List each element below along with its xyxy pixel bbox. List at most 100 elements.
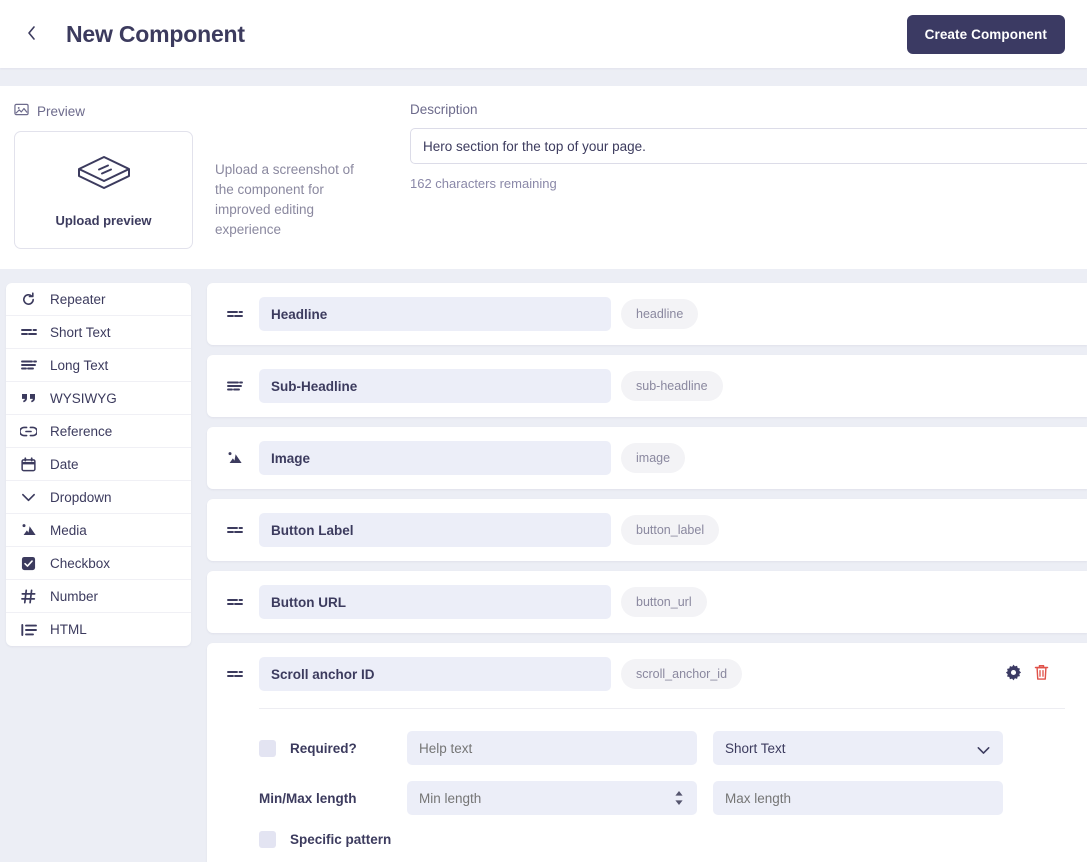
field-name-input[interactable] <box>259 297 611 331</box>
chevron-down-icon <box>20 489 37 506</box>
create-component-button[interactable]: Create Component <box>906 14 1065 54</box>
max-length-input[interactable] <box>713 781 1003 815</box>
body-wrapper: Repeater Short Text Long Text WYSIWYG Re… <box>0 269 1087 862</box>
sidebar-item-number[interactable]: Number <box>6 580 191 613</box>
gear-icon <box>1005 664 1022 684</box>
sidebar-item-label: HTML <box>50 622 87 637</box>
upload-preview-label: Upload preview <box>55 213 152 228</box>
layers-stack-icon <box>75 152 133 201</box>
sidebar-item-reference[interactable]: Reference <box>6 415 191 448</box>
field-main-row: scroll_anchor_id <box>207 657 1087 691</box>
sidebar-item-wysiwyg[interactable]: WYSIWYG <box>6 382 191 415</box>
sidebar-item-label: Reference <box>50 423 113 439</box>
pattern-group: Specific pattern <box>259 831 391 848</box>
upload-hint: Upload a screenshot of the component for… <box>215 162 354 237</box>
field-main-row: button_url <box>207 585 1087 619</box>
hash-icon <box>20 588 37 605</box>
image-mountain-icon <box>227 451 249 465</box>
back-button[interactable] <box>14 17 48 51</box>
list-icon <box>20 621 37 638</box>
sidebar-item-date[interactable]: Date <box>6 448 191 481</box>
field-slug: sub-headline <box>621 371 723 401</box>
sidebar-item-label: Short Text <box>50 324 111 340</box>
field-row: button_url <box>207 571 1087 633</box>
help-text-input[interactable] <box>407 731 697 765</box>
short-text-icon <box>227 667 249 681</box>
sidebar-item-short-text[interactable]: Short Text <box>6 316 191 349</box>
field-row: image <box>207 427 1087 489</box>
field-slug: scroll_anchor_id <box>621 659 743 689</box>
image-icon <box>14 102 29 120</box>
sidebar-item-repeater[interactable]: Repeater <box>6 283 191 316</box>
sidebar-item-media[interactable]: Media <box>6 514 191 547</box>
short-text-icon <box>20 324 37 341</box>
sidebar-item-label: Media <box>50 522 87 538</box>
sidebar-item-html[interactable]: HTML <box>6 613 191 646</box>
image-mountain-icon <box>20 522 37 539</box>
field-name-input[interactable] <box>259 585 611 619</box>
field-name-input[interactable] <box>259 369 611 403</box>
chevron-left-icon <box>26 25 37 44</box>
preview-label-row: Preview <box>14 102 394 120</box>
sidebar-item-label: WYSIWYG <box>50 390 117 406</box>
field-name-input[interactable] <box>259 441 611 475</box>
field-settings-panel: Required? Short Text Min/Max length <box>259 708 1065 848</box>
min-length-input[interactable] <box>407 781 697 815</box>
field-row: sub-headline <box>207 355 1087 417</box>
character-counter: 162 characters remaining <box>410 176 557 191</box>
short-text-icon <box>227 595 249 609</box>
trash-icon <box>1034 664 1049 684</box>
specific-pattern-checkbox[interactable] <box>259 831 276 848</box>
preview-label: Preview <box>37 103 86 119</box>
field-slug: image <box>621 443 686 473</box>
field-delete-button[interactable] <box>1034 664 1049 684</box>
field-main-row: image <box>207 441 1087 475</box>
sidebar-item-label: Long Text <box>50 357 109 373</box>
field-row-expanded: scroll_anchor_id <box>207 643 1087 862</box>
field-slug: button_label <box>621 515 720 545</box>
short-text-icon <box>227 523 249 537</box>
settings-row-pattern: Specific pattern <box>259 831 1065 848</box>
field-main-row: sub-headline <box>207 369 1087 403</box>
required-label: Required? <box>290 740 357 756</box>
sidebar-item-label: Repeater <box>50 291 106 307</box>
sidebar-item-checkbox[interactable]: Checkbox <box>6 547 191 580</box>
header-gap <box>0 68 1087 86</box>
preview-section: Preview Upload preview Upload a screensh… <box>14 102 394 249</box>
description-input[interactable] <box>410 128 1087 164</box>
repeat-icon <box>20 291 37 308</box>
settings-row-minmax: Min/Max length <box>259 781 1065 815</box>
long-text-icon <box>227 379 249 393</box>
upload-preview-dropzone[interactable]: Upload preview <box>14 131 193 249</box>
field-type-select[interactable]: Short Text <box>713 731 1003 765</box>
required-checkbox[interactable] <box>259 739 276 757</box>
link-icon <box>20 423 37 440</box>
field-main-row: headline <box>207 297 1087 331</box>
app-header: New Component Create Component <box>0 0 1087 68</box>
short-text-icon <box>227 307 249 321</box>
field-slug: button_url <box>621 587 707 617</box>
checkbox-checked-icon <box>20 555 37 572</box>
sidebar-item-long-text[interactable]: Long Text <box>6 349 191 382</box>
long-text-icon <box>20 357 37 374</box>
field-type-sidebar: Repeater Short Text Long Text WYSIWYG Re… <box>6 283 191 646</box>
field-settings-button[interactable] <box>1005 664 1022 684</box>
specific-pattern-label: Specific pattern <box>290 832 392 847</box>
field-type-select-wrap: Short Text <box>713 731 1003 765</box>
sidebar-item-label: Number <box>50 588 99 604</box>
calendar-icon <box>20 456 37 473</box>
description-section: Description 162 characters remaining <box>394 102 1087 249</box>
field-name-input[interactable] <box>259 513 611 547</box>
required-group: Required? <box>259 739 407 757</box>
page-title: New Component <box>66 20 245 47</box>
sidebar-item-dropdown[interactable]: Dropdown <box>6 481 191 514</box>
top-panel: Preview Upload preview Upload a screensh… <box>0 86 1087 269</box>
field-name-input[interactable] <box>259 657 611 691</box>
field-row-actions <box>1005 664 1071 684</box>
sidebar-item-label: Date <box>50 456 79 472</box>
min-length-wrap <box>407 781 697 815</box>
field-row: button_label <box>207 499 1087 561</box>
description-label: Description <box>410 102 478 117</box>
quote-icon <box>20 390 37 407</box>
minmax-label: Min/Max length <box>259 790 357 806</box>
